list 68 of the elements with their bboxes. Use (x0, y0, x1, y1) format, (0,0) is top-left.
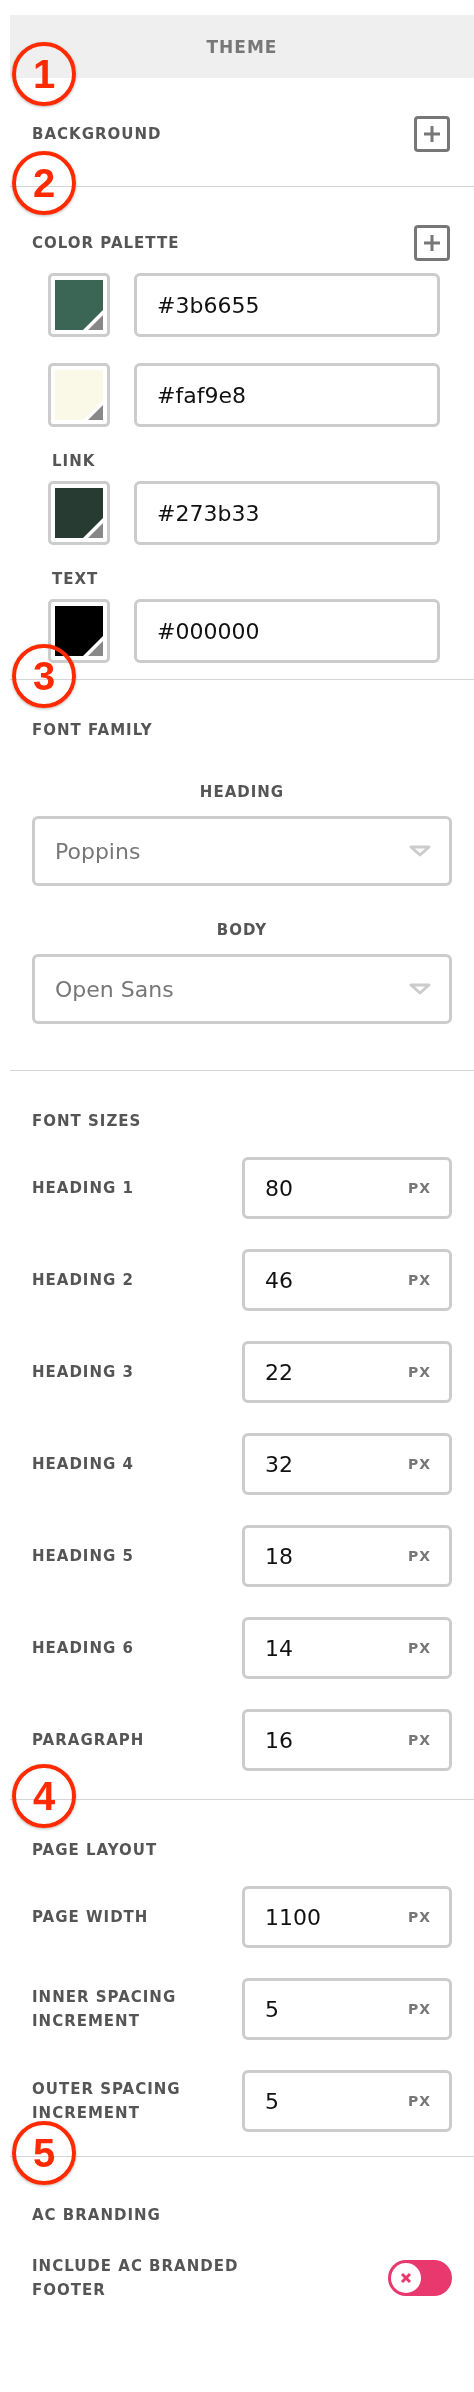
dropdown-icon (409, 845, 431, 857)
select-label: HEADING (198, 782, 286, 803)
numbered-callout: 5 (12, 2121, 76, 2185)
unit-label: PX (407, 1548, 431, 1564)
color-label: LINK (51, 451, 97, 472)
unit-label: PX (407, 1640, 431, 1656)
section-label: AC BRANDING (32, 2205, 162, 2226)
numbered-callout: 2 (12, 151, 76, 215)
section-label: BACKGROUND (32, 124, 162, 145)
numbered-callout: 4 (12, 1764, 76, 1828)
size-input[interactable]: 5 PX (242, 2070, 452, 2132)
font-select[interactable]: Poppins (32, 816, 452, 886)
dropdown-icon (409, 983, 431, 995)
corner-icon (83, 310, 103, 330)
numbered-callout: 1 (12, 42, 76, 106)
unit-label: PX (407, 2001, 431, 2017)
size-input[interactable]: 14 PX (242, 1617, 452, 1679)
hex-input[interactable]: #273b33 (134, 481, 440, 545)
font-select[interactable]: Open Sans (32, 954, 452, 1024)
setting-label: HEADING 3 (32, 1362, 135, 1383)
color-swatch[interactable] (48, 481, 110, 545)
section-label: FONT SIZES (32, 1111, 143, 1132)
add-button[interactable] (414, 225, 450, 261)
corner-icon (83, 518, 103, 538)
unit-label: PX (407, 1732, 431, 1748)
hex-input[interactable]: #000000 (134, 599, 440, 663)
unit-label: PX (407, 1180, 431, 1196)
size-input[interactable]: 18 PX (242, 1525, 452, 1587)
size-input[interactable]: 16 PX (242, 1709, 452, 1771)
setting-label: OUTER SPACING INCREMENT (32, 2079, 182, 2124)
hex-input[interactable]: #faf9e8 (134, 363, 440, 427)
color-swatch[interactable] (48, 599, 110, 663)
setting-label: HEADING 1 (32, 1178, 135, 1199)
select-label: BODY (215, 920, 269, 941)
size-input[interactable]: 5 PX (242, 1978, 452, 2040)
unit-label: PX (407, 2093, 431, 2109)
unit-label: PX (407, 1272, 431, 1288)
plus-icon (422, 124, 442, 144)
color-swatch[interactable] (48, 273, 110, 337)
setting-label: INNER SPACING INCREMENT (32, 1987, 178, 2032)
color-swatch[interactable] (48, 363, 110, 427)
setting-label: HEADING 6 (32, 1638, 135, 1659)
toggle-label: INCLUDE AC BRANDED FOOTER (32, 2256, 240, 2301)
color-label: TEXT (51, 569, 100, 590)
size-input[interactable]: 1100 PX (242, 1886, 452, 1948)
unit-label: PX (407, 1909, 431, 1925)
unit-label: PX (407, 1456, 431, 1472)
section-label: PAGE LAYOUT (32, 1840, 159, 1861)
unit-label: PX (407, 1364, 431, 1380)
add-button[interactable] (414, 116, 450, 152)
corner-icon (83, 636, 103, 656)
numbered-callout: 3 (12, 644, 76, 708)
setting-label: HEADING 4 (32, 1454, 135, 1475)
toggle-switch[interactable] (388, 2260, 452, 2296)
corner-icon (83, 400, 103, 420)
hex-input[interactable]: #3b6655 (134, 273, 440, 337)
setting-label: HEADING 5 (32, 1546, 135, 1567)
section-label: FONT FAMILY (32, 720, 154, 741)
cross-icon (399, 2271, 413, 2285)
section-label: COLOR PALETTE (32, 233, 180, 254)
size-input[interactable]: 22 PX (242, 1341, 452, 1403)
setting-label: PARAGRAPH (32, 1730, 146, 1751)
size-input[interactable]: 46 PX (242, 1249, 452, 1311)
plus-icon (422, 233, 442, 253)
size-input[interactable]: 80 PX (242, 1157, 452, 1219)
setting-label: HEADING 2 (32, 1270, 135, 1291)
size-input[interactable]: 32 PX (242, 1433, 452, 1495)
setting-label: PAGE WIDTH (32, 1907, 150, 1928)
